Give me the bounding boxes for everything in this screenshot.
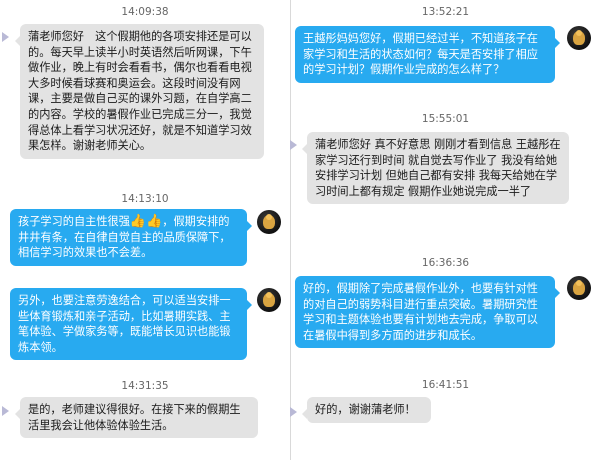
message-bubble-sent[interactable]: 王越彤妈妈您好，假期已经过半，不知道孩子在家学习和生活的状态如何？每天是否安排了…: [295, 26, 560, 83]
sender-avatar-edge-icon: [290, 407, 297, 417]
timestamp: 16:41:51: [421, 379, 470, 391]
timestamp: 14:13:10: [121, 193, 169, 205]
thumbs-up-emoji: 👍👍: [129, 214, 163, 229]
message-bubble-received[interactable]: 是的，老师建议得很好。在接下来的假期生活里我会让他体验体验生活。: [15, 397, 258, 439]
message-text: 孩子学习的自主性很强: [18, 215, 130, 228]
message-bubble-received[interactable]: 蒲老师您好 真不好意思 刚刚才看到信息 王越彤在家学习还行到时间 就自觉去写作业…: [302, 132, 569, 205]
teacher-avatar[interactable]: [567, 276, 591, 300]
sender-avatar-edge-icon: [290, 140, 297, 150]
message-bubble-sent[interactable]: 好的，假期除了完成暑假作业外，也要有针对性的对自己的弱势科目进行重点突破。暑期研…: [295, 276, 560, 349]
timestamp: 15:55:01: [421, 113, 470, 125]
message-bubble-sent[interactable]: 另外，也要注意劳逸结合，可以适当安排一些体育锻炼和亲子活动，比如暑期实践、主笔体…: [10, 288, 252, 361]
sender-avatar-edge-icon: [2, 406, 9, 416]
message-bubble-sent[interactable]: 孩子学习的自主性很强👍👍，假期安排的井井有条，在自律自觉自主的品质保障下，相信学…: [10, 209, 252, 266]
timestamp: 13:52:21: [421, 6, 470, 18]
timestamp: 14:09:38: [121, 6, 169, 18]
timestamp: 16:36:36: [421, 257, 470, 269]
teacher-avatar[interactable]: [257, 288, 281, 312]
teacher-avatar[interactable]: [257, 210, 281, 234]
message-bubble-received[interactable]: 蒲老师您好 这个假期他的各项安排还是可以的。每天早上读半小时英语然后听网课，下午…: [15, 24, 264, 159]
teacher-avatar[interactable]: [567, 26, 591, 50]
message-bubble-received[interactable]: 好的，谢谢蒲老师！: [302, 397, 431, 423]
sender-avatar-edge-icon: [2, 32, 9, 42]
timestamp: 14:31:35: [121, 380, 169, 392]
left-chat-panel: 14:09:38 蒲老师您好 这个假期他的各项安排还是可以的。每天早上读半小时英…: [0, 0, 290, 460]
right-chat-panel: 13:52:21 王越彤妈妈您好，假期已经过半，不知道孩子在家学习和生活的状态如…: [290, 0, 600, 460]
